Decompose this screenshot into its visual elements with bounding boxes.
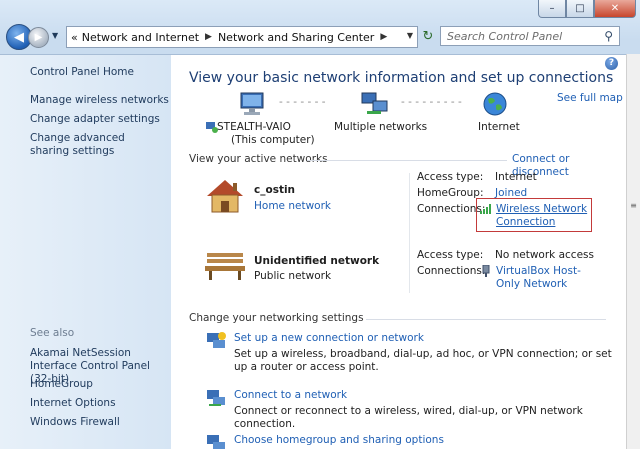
setup-connection-link[interactable]: Set up a new connection or network (234, 332, 424, 345)
sidebar-change-adapter-settings[interactable]: Change adapter settings (30, 113, 160, 126)
public-network-bench-icon (205, 253, 245, 280)
connection-highlight-box (476, 198, 592, 232)
scrollbar-grip-icon[interactable]: ≡ (629, 202, 638, 216)
connect-network-icon (207, 390, 225, 406)
network-2-access-value: No network access (495, 249, 594, 261)
setup-connection-desc: Set up a wireless, broadband, dial-up, a… (234, 348, 612, 373)
internet-globe-icon (483, 92, 507, 116)
breadcrumb-network-and-sharing-center[interactable]: Network and Sharing Center (218, 31, 374, 44)
breadcrumb-network-and-internet[interactable]: Network and Internet (82, 31, 199, 44)
network-2-connections-label: Connections: (417, 265, 486, 277)
back-arrow-icon: ◀ (14, 29, 24, 45)
address-dropdown-icon[interactable]: ▼ (407, 31, 413, 40)
network-2-category: Public network (254, 270, 332, 282)
search-placeholder: Search Control Panel (447, 29, 563, 43)
close-button[interactable]: ✕ (594, 0, 636, 18)
minimize-button[interactable]: – (538, 0, 566, 18)
network-2-name: Unidentified network (254, 255, 380, 267)
map-computer-sub: (This computer) (231, 134, 315, 146)
map-connector-2: - - - - - - - - - (401, 96, 462, 108)
page-title: View your basic network information and … (189, 70, 614, 86)
network-1-homegroup-label: HomeGroup: (417, 187, 484, 199)
map-multiple-networks[interactable]: Multiple networks (334, 121, 427, 134)
network-1-name: c_ostin (254, 184, 296, 196)
help-icon[interactable]: ? (605, 57, 618, 70)
address-bar[interactable]: « Network and Internet ▶ Network and Sha… (66, 26, 418, 48)
section-divider (307, 160, 507, 161)
section-divider (366, 319, 606, 320)
recent-pages-dropdown[interactable]: ▼ (52, 31, 58, 40)
forward-arrow-icon: ▶ (34, 32, 43, 43)
computer-icon (240, 92, 264, 115)
sidebar: Control Panel Home Manage wireless netwo… (0, 54, 171, 449)
network-1-category-link[interactable]: Home network (254, 200, 331, 213)
network-1-access-label: Access type: (417, 171, 484, 183)
map-connector-1: - - - - - - - (279, 96, 326, 108)
virtualbox-connection-link[interactable]: VirtualBox Host-Only Network (496, 265, 596, 291)
map-computer-name[interactable]: STEALTH-VAIO (217, 121, 291, 134)
connect-to-network-desc: Connect or reconnect to a wireless, wire… (234, 405, 583, 430)
search-input[interactable]: Search Control Panel ⚲ (440, 26, 620, 46)
see-full-map-link[interactable]: See full map (557, 92, 623, 105)
refresh-button[interactable]: ↻ (420, 27, 436, 45)
main-content: ? View your basic network information an… (171, 54, 626, 449)
search-icon[interactable]: ⚲ (604, 29, 613, 43)
sidebar-control-panel-home[interactable]: Control Panel Home (30, 66, 134, 79)
network-adapter-icon (482, 265, 490, 277)
breadcrumb-separator-icon[interactable]: ▶ (380, 32, 387, 42)
navigation-bar: ◀ ▶ ▼ « Network and Internet ▶ Network a… (6, 24, 636, 50)
breadcrumb-separator-icon[interactable]: ▶ (205, 32, 212, 42)
see-also-windows-firewall[interactable]: Windows Firewall (30, 416, 120, 429)
vertical-scrollbar[interactable]: ≡ (626, 54, 640, 449)
network-details-divider (409, 173, 410, 293)
connect-to-network-link[interactable]: Connect to a network (234, 389, 347, 402)
network-1-access-value: Internet (495, 171, 537, 183)
maximize-button[interactable]: □ (566, 0, 594, 18)
window-controls: – □ ✕ (538, 0, 636, 18)
refresh-icon: ↻ (422, 28, 434, 44)
forward-button[interactable]: ▶ (28, 27, 49, 48)
map-internet[interactable]: Internet (478, 121, 520, 134)
homegroup-sharing-link[interactable]: Choose homegroup and sharing options (234, 434, 444, 447)
see-also-internet-options[interactable]: Internet Options (30, 397, 116, 410)
networks-icon (361, 92, 388, 114)
see-also-homegroup[interactable]: HomeGroup (30, 378, 93, 391)
change-settings-heading: Change your networking settings (189, 312, 364, 324)
see-also-heading: See also (30, 327, 75, 339)
network-2-access-label: Access type: (417, 249, 484, 261)
network-sharing-center-window: – □ ✕ ◀ ▶ ▼ « Network and Internet ▶ Net… (0, 0, 640, 449)
crumb-prefix-icon[interactable]: « (71, 31, 78, 44)
homegroup-icon (207, 435, 225, 449)
home-network-icon (207, 180, 243, 213)
new-connection-icon (207, 332, 226, 348)
sidebar-manage-wireless-networks[interactable]: Manage wireless networks (30, 94, 169, 107)
sidebar-change-advanced-sharing[interactable]: Change advanced sharing settings (30, 132, 155, 158)
